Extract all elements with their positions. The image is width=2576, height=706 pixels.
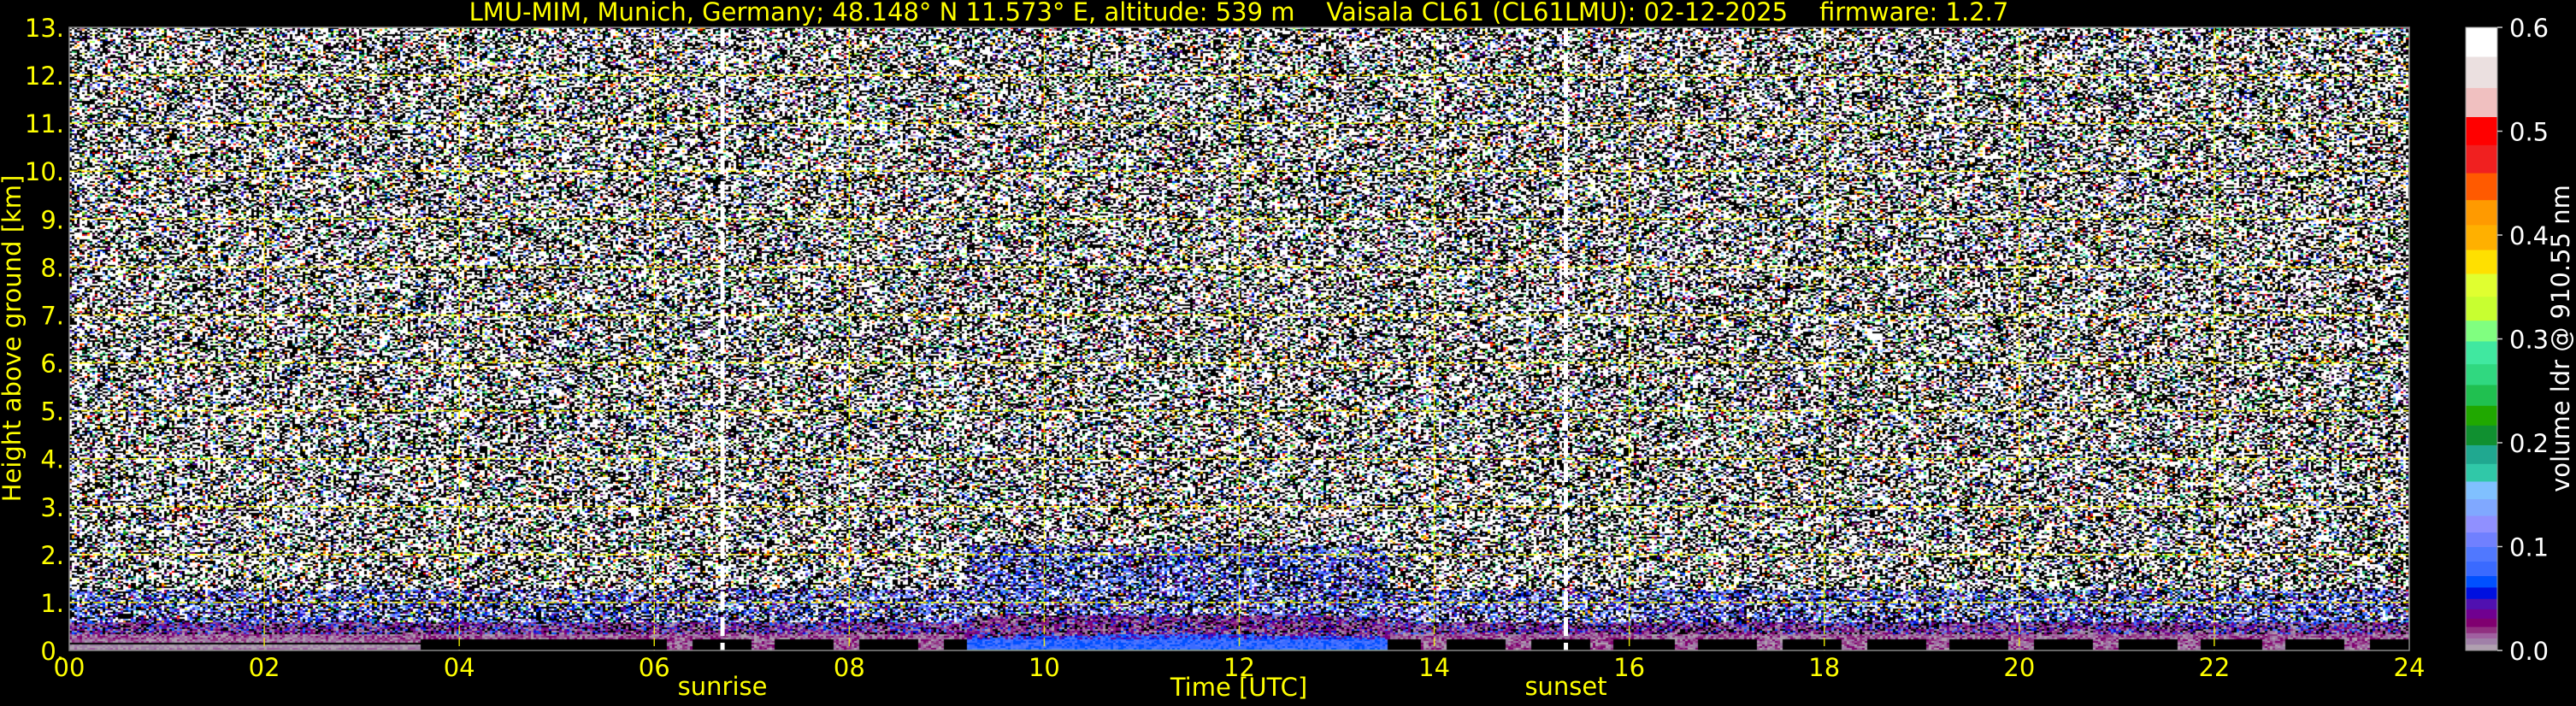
y-tick-label: 8. [40, 253, 64, 282]
y-tick-label: 13. [25, 14, 64, 43]
colorbar: 0.0 0.1 0.2 0.3 0.4 0.5 0.6 [2465, 14, 2549, 666]
x-tick-label: 18 [1808, 653, 1840, 682]
x-tick-label: 02 [249, 653, 280, 682]
y-tick-label: 3. [40, 493, 64, 522]
colorbar-segment [2466, 320, 2497, 342]
colorbar-segment [2466, 425, 2497, 445]
x-tick-label: 10 [1029, 653, 1060, 682]
colorbar-segment [2466, 498, 2497, 516]
colorbar-tick-label: 0.4 [2509, 221, 2549, 250]
y-axis-label: Height above ground [km] [0, 175, 27, 503]
colorbar-tick-label: 0.5 [2509, 118, 2549, 147]
colorbar-segment [2466, 546, 2497, 562]
y-tick-label: 1. [40, 589, 64, 618]
colorbar-segment [2466, 632, 2497, 638]
colorbar-segment [2466, 598, 2497, 609]
x-tick-label: 22 [2198, 653, 2230, 682]
colorbar-segment [2466, 561, 2497, 577]
colorbar-segment [2466, 144, 2497, 174]
colorbar-segment [2466, 273, 2497, 297]
colorbar-segment [2466, 27, 2497, 57]
x-tick-label: 00 [54, 653, 85, 682]
y-tick-label: 5. [40, 397, 64, 427]
sunrise-label: sunrise [678, 672, 768, 701]
colorbar-segment [2466, 384, 2497, 406]
colorbar-segment [2466, 618, 2497, 627]
x-tick-label: 04 [444, 653, 475, 682]
x-tick-label: 24 [2394, 653, 2426, 682]
colorbar-tick-label: 0.1 [2509, 533, 2549, 562]
colorbar-segment [2466, 532, 2497, 547]
colorbar-segment [2466, 638, 2497, 645]
colorbar-segment [2466, 405, 2497, 426]
colorbar-segment [2466, 173, 2497, 201]
y-tick-label: 9. [40, 205, 64, 234]
y-tick-label: 10. [25, 157, 64, 186]
y-tick-label: 4. [40, 445, 64, 474]
colorbar-segment [2466, 116, 2497, 145]
colorbar-tick-label: 0.2 [2509, 429, 2549, 458]
x-tick-label: 14 [1418, 653, 1450, 682]
colorbar-segment [2466, 444, 2497, 464]
colorbar-segment [2466, 340, 2497, 365]
colorbar-segment [2466, 480, 2497, 500]
y-axis: 0.1.2.3.4.5.6.7.8.9.10.11.12.13. [25, 14, 64, 666]
colorbar-segment [2466, 463, 2497, 482]
x-tick-label: 20 [2003, 653, 2035, 682]
colorbar-segment [2466, 87, 2497, 117]
colorbar-tick-label: 0.6 [2509, 14, 2549, 43]
colorbar-segment [2466, 586, 2497, 599]
colorbar-segment [2466, 575, 2497, 588]
colorbar-label: volume ldr @ 910.55 nm [2546, 185, 2575, 492]
colorbar-tick-label: 0.3 [2509, 326, 2549, 355]
x-axis-label: Time [UTC] [1170, 673, 1307, 702]
y-tick-label: 12. [25, 62, 64, 91]
x-tick-label: 08 [834, 653, 865, 682]
sunset-label: sunset [1524, 672, 1606, 701]
y-tick-label: 11. [25, 109, 64, 138]
ceilometer-quicklook-chart: 0. 1. 2. 3. 4. 5. 6. 7. 8. 9. 10. 11. 12. 13. 00 02 04 0… [0, 0, 2576, 706]
grid-lines [69, 27, 2409, 650]
colorbar-segment [2466, 224, 2497, 250]
colorbar-segment [2466, 515, 2497, 532]
colorbar-segment [2466, 627, 2497, 633]
chart-title: LMU-MIM, Munich, Germany; 48.148° N 11.5… [469, 0, 2009, 26]
colorbar-segment [2466, 199, 2497, 226]
annotations: sunrise sunset [678, 672, 1607, 701]
colorbar-segment [2466, 56, 2497, 88]
y-tick-label: 7. [40, 301, 64, 330]
colorbar-segment [2466, 609, 2497, 619]
chart-overlay: 0.1.2.3.4.5.6.7.8.9.10.11.12.13. 00 02 04 0… [0, 0, 2575, 702]
colorbar-segment [2466, 250, 2497, 274]
colorbar-tick-label: 0.0 [2509, 637, 2549, 666]
colorbar-segment [2466, 296, 2497, 321]
colorbar-segment [2466, 363, 2497, 385]
x-tick-label: 16 [1613, 653, 1645, 682]
y-tick-label: 2. [40, 541, 64, 570]
colorbar-segment [2466, 644, 2497, 651]
y-tick-label: 6. [40, 350, 64, 379]
x-tick-label: 06 [639, 653, 670, 682]
